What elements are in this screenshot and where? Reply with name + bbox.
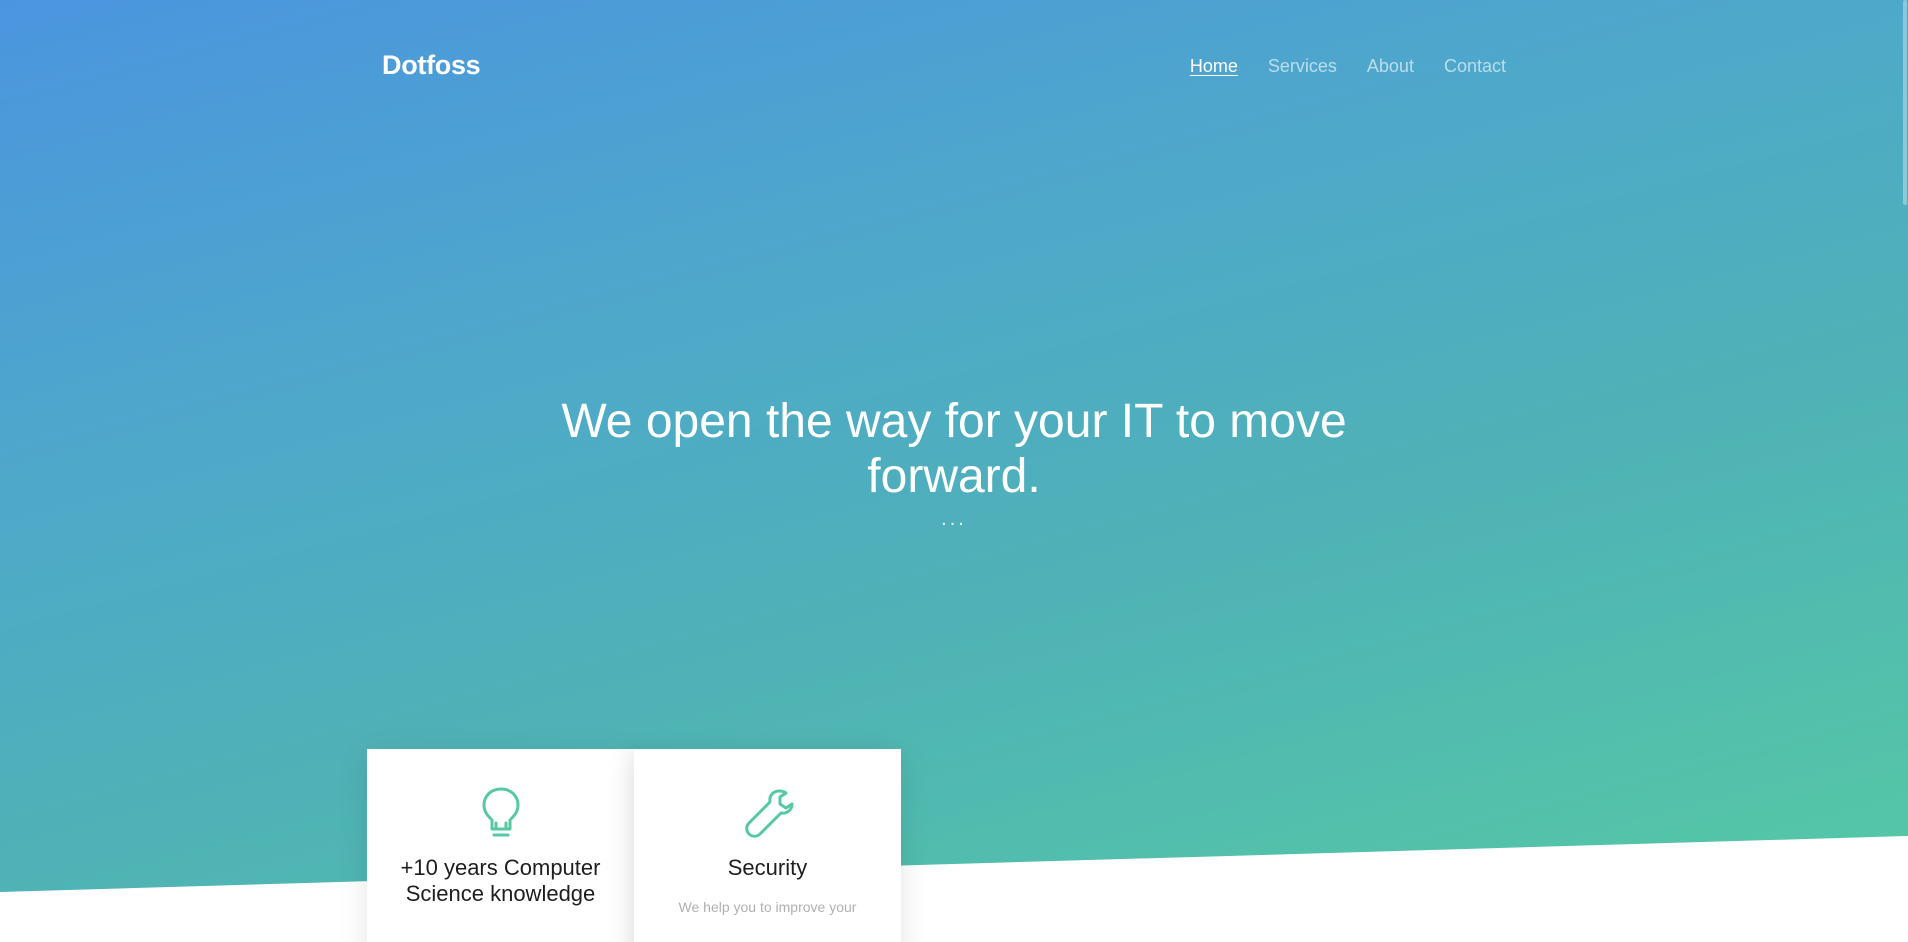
nav-contact-link[interactable]: Contact (1444, 56, 1506, 77)
navbar: Dotfoss Home Services About Contact (0, 0, 1908, 136)
brand-logo[interactable]: Dotfoss (382, 50, 481, 81)
lightbulb-icon (482, 787, 519, 837)
wrench-icon (744, 789, 793, 838)
feature-card-title: +10 years Computer Science knowledge (400, 855, 601, 906)
nav-home-link[interactable]: Home (1190, 56, 1238, 77)
feature-card-title: Security (727, 855, 808, 880)
feature-card-experience: +10 years Computer Science knowledge (367, 749, 634, 942)
feature-card-description: We help you to improve your (678, 899, 857, 915)
main-nav: Home Services About Contact (1190, 56, 1506, 77)
nav-services-link[interactable]: Services (1268, 56, 1337, 77)
page-scrollbar[interactable] (1902, 0, 1908, 942)
nav-about-link[interactable]: About (1367, 56, 1414, 77)
feature-card-security: Security We help you to improve your (634, 749, 901, 942)
feature-cards: +10 years Computer Science knowledge Sec… (367, 749, 901, 942)
hero-headline: We open the way for your IT to move forw… (561, 395, 1347, 504)
hero-dots: ... (941, 508, 967, 530)
page: Dotfoss Home Services About Contact We o… (0, 0, 1908, 942)
scrollbar-thumb[interactable] (1903, 0, 1907, 205)
